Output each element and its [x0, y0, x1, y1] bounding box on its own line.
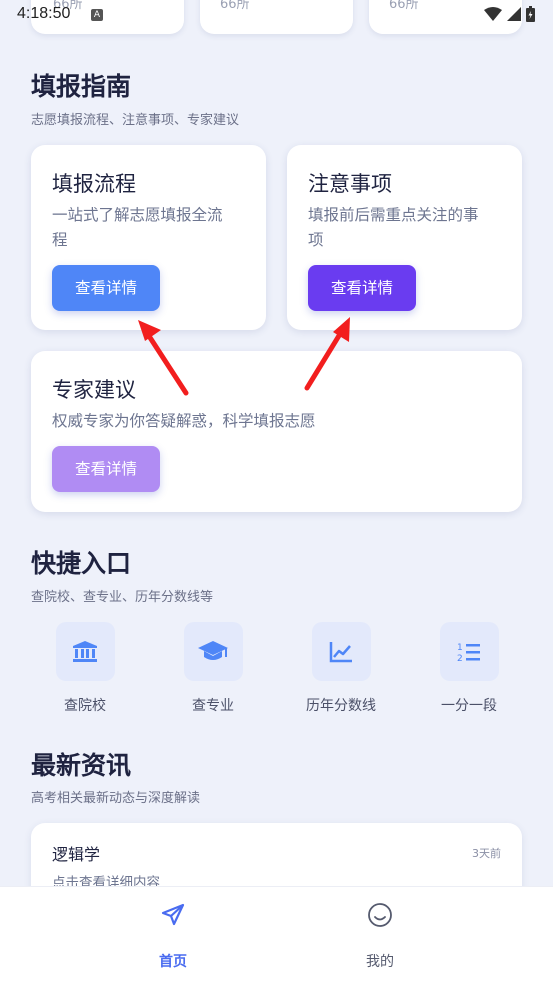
tab-mine[interactable]: 我的: [320, 887, 440, 984]
tab-label: 我的: [366, 954, 394, 970]
status-icons: [484, 6, 535, 22]
arrow-to-notes-button: [304, 317, 350, 391]
smile-icon: [368, 903, 392, 927]
wifi-icon: [484, 7, 502, 21]
status-bar: 4:18:50 A: [0, 0, 553, 30]
bottom-tab-bar: 首页 我的: [0, 886, 553, 984]
tab-home[interactable]: 首页: [113, 887, 233, 984]
annotation-arrows: [138, 317, 350, 396]
arrow-to-process-button: [138, 320, 189, 396]
tab-label: 首页: [159, 954, 187, 970]
notification-icon: A: [91, 9, 103, 21]
paper-plane-icon: [161, 903, 185, 926]
signal-icon: [507, 7, 521, 21]
battery-icon: [526, 6, 535, 22]
status-time: 4:18:50: [17, 5, 71, 22]
